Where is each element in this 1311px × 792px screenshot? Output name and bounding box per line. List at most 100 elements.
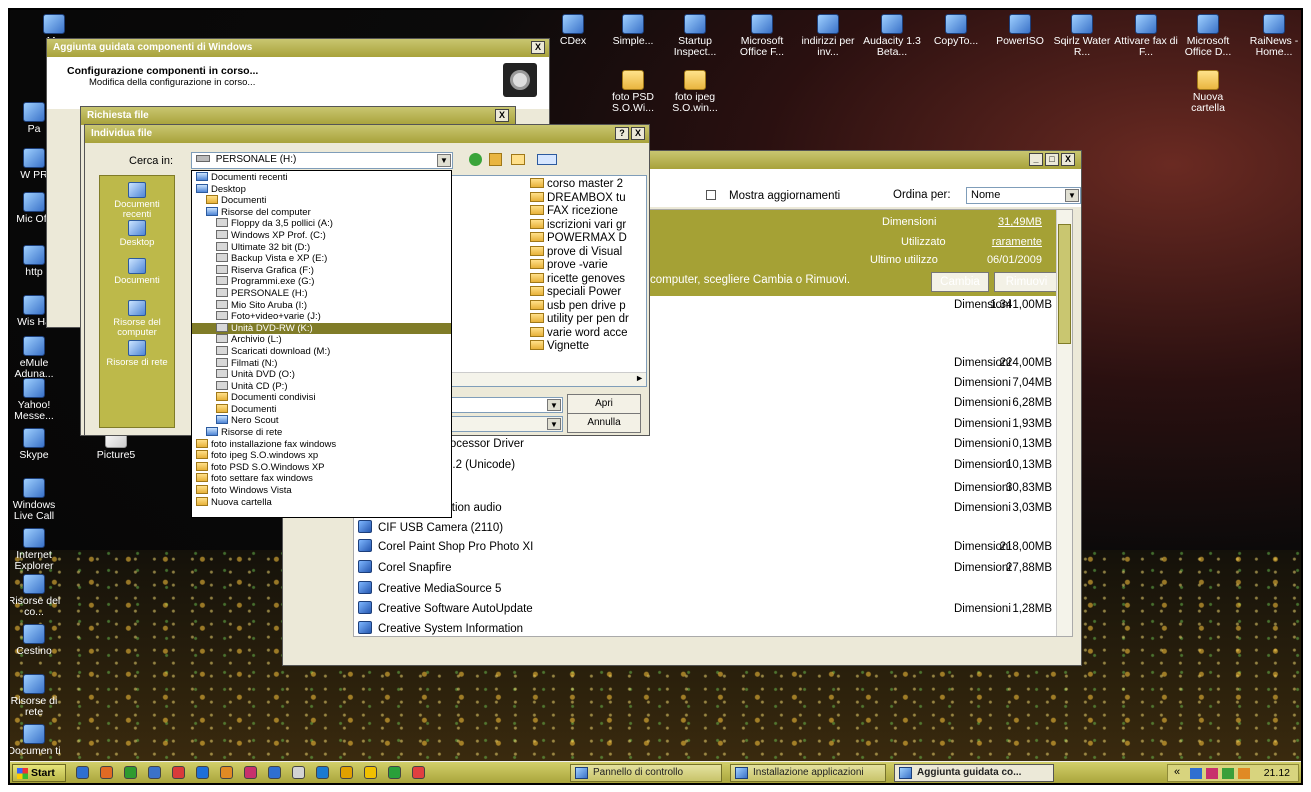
dropdown-item[interactable]: Windows XP Prof. (C:) xyxy=(192,229,451,242)
folder-item[interactable]: ricette genoves xyxy=(530,272,646,287)
program-row[interactable]: rocessor Driver Dimensioni 0,13MB xyxy=(354,434,1072,455)
quick-launch-icon[interactable] xyxy=(220,766,233,779)
help-button[interactable]: ? xyxy=(615,127,629,140)
change-button[interactable]: Cambia xyxy=(931,272,989,292)
places-item[interactable]: Risorse del computer xyxy=(100,300,174,338)
filetype-select[interactable]: ▼ xyxy=(433,416,563,432)
dropdown-item[interactable]: Nuova cartella xyxy=(192,496,451,509)
program-row[interactable]: Dimensioni 30,83MB xyxy=(354,478,1072,499)
desktop-icon[interactable]: Internet Explorer xyxy=(10,528,66,572)
scroll-right-icon[interactable]: ► xyxy=(635,373,644,383)
dropdown-item[interactable]: Scaricati download (M:) xyxy=(192,345,451,358)
desktop-icon[interactable]: CDex xyxy=(541,14,605,47)
dropdown-item[interactable]: Filmati (N:) xyxy=(192,357,451,370)
dropdown-item[interactable]: Unità DVD-RW (K:) xyxy=(192,322,451,335)
places-item[interactable]: Documenti recenti xyxy=(100,182,174,220)
find-file-close-button[interactable]: X xyxy=(631,127,645,140)
dropdown-item[interactable]: Programmi.exe (G:) xyxy=(192,276,451,288)
dropdown-item[interactable]: Mio Sito Aruba (I:) xyxy=(192,299,451,312)
wizard-close-button[interactable]: X xyxy=(531,41,545,54)
file-request-close-button[interactable]: X xyxy=(495,109,509,122)
dropdown-item[interactable]: Riserva Grafica (F:) xyxy=(192,264,451,277)
look-in-select[interactable]: PERSONALE (H:) ▼ xyxy=(191,152,453,169)
dropdown-item[interactable]: PERSONALE (H:) xyxy=(192,287,451,300)
quick-launch-icon[interactable] xyxy=(124,766,137,779)
quick-launch-icon[interactable] xyxy=(148,766,161,779)
remove-button[interactable]: Rimuovi xyxy=(994,272,1059,292)
open-button[interactable]: Apri xyxy=(567,394,641,414)
program-row[interactable]: Creative Software AutoUpdate Dimensioni 1,… xyxy=(354,599,1072,620)
dropdown-item[interactable]: Documenti recenti xyxy=(192,172,451,184)
desktop-icon[interactable]: Documen ti xyxy=(10,724,66,757)
taskbar-button[interactable]: Pannello di controllo xyxy=(570,764,722,782)
desktop-icon[interactable]: Audacity 1.3 Beta... xyxy=(860,14,924,58)
tray-chevron[interactable]: « xyxy=(1174,766,1180,778)
view-menu-icon[interactable] xyxy=(537,154,557,165)
quick-launch-icon[interactable] xyxy=(292,766,305,779)
places-item[interactable]: Risorse di rete xyxy=(100,340,174,368)
new-folder-icon[interactable] xyxy=(511,154,525,165)
network-icon[interactable] xyxy=(1190,768,1202,779)
desktop-icon[interactable]: Cestino xyxy=(10,624,66,657)
program-row[interactable]: Creative MediaSource 5 xyxy=(354,579,1072,600)
quick-launch-icon[interactable] xyxy=(316,766,329,779)
programs-scrollbar[interactable] xyxy=(1056,210,1072,636)
file-list-hscroll[interactable]: ► xyxy=(434,372,646,386)
dropdown-item[interactable]: Documenti xyxy=(192,195,451,207)
scrollbar-thumb[interactable] xyxy=(1058,224,1071,344)
quick-launch-icon[interactable] xyxy=(76,766,89,779)
taskbar-button[interactable]: Installazione applicazioni xyxy=(730,764,886,782)
show-updates-checkbox[interactable] xyxy=(706,190,716,200)
program-row[interactable]: Corel Paint Shop Pro Photo XI Dimensioni 2… xyxy=(354,537,1072,558)
maximize-button[interactable]: □ xyxy=(1045,153,1059,166)
folder-item[interactable]: utility per pen dr xyxy=(530,313,646,327)
volume-icon[interactable] xyxy=(1206,768,1218,779)
size-value[interactable]: 31,49MB xyxy=(998,216,1042,228)
cancel-button[interactable]: Annulla xyxy=(567,413,641,433)
up-folder-icon[interactable] xyxy=(489,153,502,166)
desktop-icon[interactable]: indirizzi per inv... xyxy=(796,14,860,58)
folder-item[interactable]: prove di Visual xyxy=(530,245,646,260)
filename-input[interactable]: ▼ xyxy=(433,397,563,413)
desktop-icon[interactable]: Risorse del co... xyxy=(10,574,66,618)
folder-item[interactable]: iscrizioni vari gr xyxy=(530,218,646,233)
dropdown-item[interactable]: Unità DVD (O:) xyxy=(192,369,451,381)
folder-item[interactable]: varie word acce xyxy=(530,326,646,341)
desktop-icon[interactable]: Attivare fax di F... xyxy=(1114,14,1178,58)
desktop-icon[interactable]: Microsoft Office D... xyxy=(1176,14,1240,58)
quick-launch-icon[interactable] xyxy=(244,766,257,779)
dropdown-item[interactable]: Risorse di rete xyxy=(192,427,451,439)
folder-item[interactable]: corso master 2 xyxy=(530,178,646,192)
desktop-icon[interactable]: Yahoo! Messe... xyxy=(10,378,66,422)
dropdown-item[interactable]: Documenti xyxy=(192,403,451,416)
folder-item[interactable]: POWERMAX D xyxy=(530,232,646,246)
close-button[interactable]: X xyxy=(1061,153,1075,166)
look-in-dropdown[interactable]: Documenti recenti Desktop Documenti Risorse… xyxy=(191,170,452,518)
program-row[interactable]: Corel Snapfire Dimensioni 27,88MB xyxy=(354,558,1072,579)
folder-item[interactable]: FAX ricezione xyxy=(530,205,646,219)
sort-select[interactable]: Nome ▼ xyxy=(966,187,1081,204)
dropdown-item[interactable]: foto installazione fax windows xyxy=(192,438,451,451)
dropdown-item[interactable]: Desktop xyxy=(192,183,451,196)
dropdown-item[interactable]: foto Windows Vista xyxy=(192,485,451,497)
dropdown-item[interactable]: Ultimate 32 bit (D:) xyxy=(192,241,451,254)
quick-launch-icon[interactable] xyxy=(364,766,377,779)
desktop-icon[interactable]: PowerISO xyxy=(988,14,1052,47)
folder-item[interactable]: speciali Power xyxy=(530,286,646,300)
folder-item[interactable]: usb pen drive p xyxy=(530,299,646,314)
dropdown-item[interactable]: Foto+video+varie (J:) xyxy=(192,311,451,323)
update-icon[interactable] xyxy=(1238,768,1250,779)
quick-launch-icon[interactable] xyxy=(100,766,113,779)
program-row[interactable]: 3.2 (Unicode) Dimensioni 10,13MB xyxy=(354,455,1072,476)
desktop-icon[interactable]: eMule Aduna... xyxy=(10,336,66,380)
folder-item[interactable]: prove -varie xyxy=(530,259,646,273)
desktop-folder-icon[interactable]: foto PSD S.O.Wi... xyxy=(601,70,665,114)
quick-launch-icon[interactable] xyxy=(172,766,185,779)
quick-launch-icon[interactable] xyxy=(412,766,425,779)
program-row[interactable]: CIF USB Camera (2110) xyxy=(354,518,1072,539)
security-icon[interactable] xyxy=(1222,768,1234,779)
desktop-folder-icon[interactable]: Nuova cartella xyxy=(1176,70,1240,114)
places-item[interactable]: Desktop xyxy=(100,220,174,248)
used-value[interactable]: raramente xyxy=(992,236,1042,248)
dropdown-item[interactable]: Documenti condivisi xyxy=(192,392,451,404)
